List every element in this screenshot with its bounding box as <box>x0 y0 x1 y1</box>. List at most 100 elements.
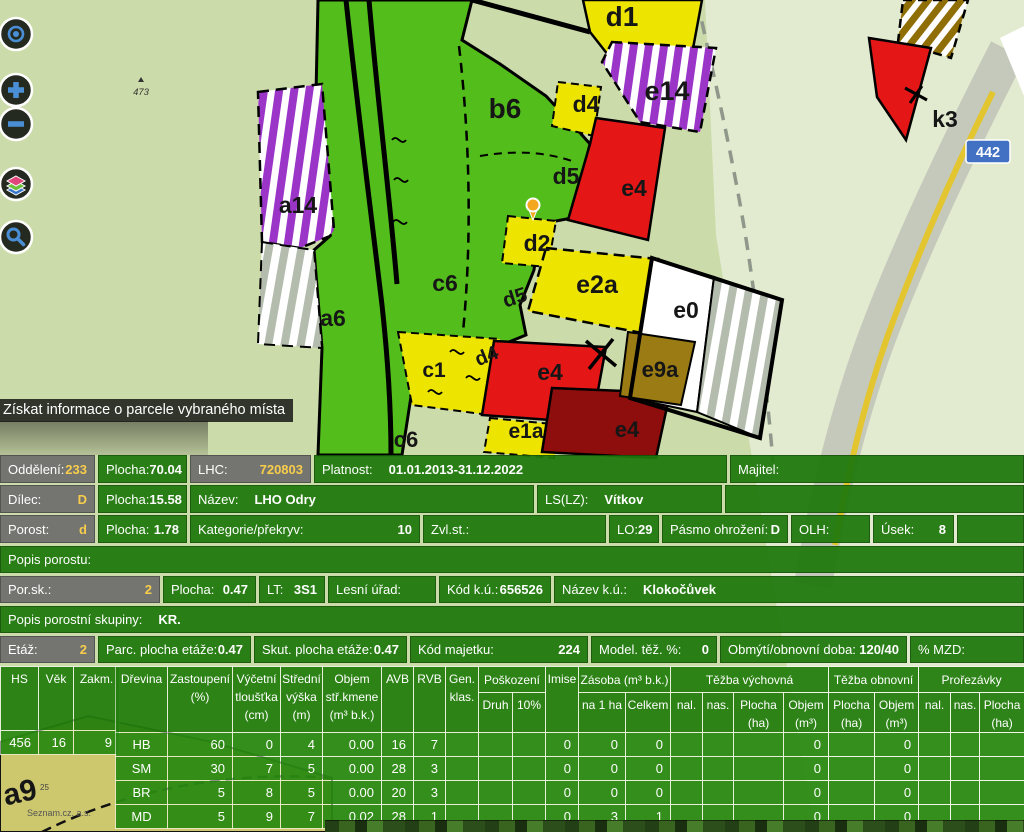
body-cell <box>980 733 1024 757</box>
field-parc-plocha-etaze: Parc. plocha etáže:0.47 <box>98 636 251 663</box>
panorama-strip[interactable] <box>325 820 1024 832</box>
header-cell: Zastoupení (%) <box>168 667 233 733</box>
body-cell: 5 <box>168 781 233 805</box>
scale-mark: 25 <box>40 783 49 792</box>
field-lo: LO:29 <box>609 515 659 543</box>
header-cell: Prořezávky <box>919 667 1024 693</box>
field-value: LHO Odry <box>254 492 315 507</box>
species-cell: BR <box>116 781 168 805</box>
body-cell <box>734 757 784 781</box>
body-cell: 7 <box>414 733 446 757</box>
species-cell: HB <box>116 733 168 757</box>
spot-height-label: 473 <box>133 87 150 98</box>
stand-a14 <box>258 84 334 248</box>
field-blank <box>957 515 1024 543</box>
header-cell: Gen. klas. <box>446 667 479 733</box>
field-label: Plocha: <box>106 462 149 477</box>
body-cell: 0 <box>579 733 626 757</box>
parcel-label-k3: k3 <box>932 106 958 132</box>
header-cell: Plocha (ha) <box>980 693 1024 733</box>
body-cell: 4 <box>281 733 323 757</box>
field-label: Etáž: <box>8 642 38 657</box>
field-lesni-urad: Lesní úřad: <box>328 576 436 603</box>
body-cell <box>513 757 546 781</box>
body-cell: 30 <box>168 757 233 781</box>
body-cell <box>446 781 479 805</box>
body-cell: 0 <box>875 781 919 805</box>
road-shield: 442 <box>966 140 1010 163</box>
body-cell: 20 <box>382 781 414 805</box>
field-value: 120/40 <box>859 642 899 657</box>
header-cell: RVB <box>414 667 446 733</box>
body-cell: 5 <box>281 781 323 805</box>
body-cell: 16 <box>39 731 74 755</box>
field-usek: Úsek:8 <box>873 515 954 543</box>
body-cell <box>671 757 703 781</box>
field-label: Obmýtí/obnovní doba: <box>728 642 856 657</box>
field-label: OLH: <box>799 522 829 537</box>
body-cell: 0 <box>546 733 579 757</box>
body-cell <box>829 757 875 781</box>
header-cell: Zásoba (m³ b.k.) <box>579 667 671 693</box>
zoom-in-button[interactable] <box>0 74 32 106</box>
body-cell: 0 <box>626 733 671 757</box>
field-label: Popis porostu: <box>8 552 91 567</box>
field-value: Vítkov <box>604 492 643 507</box>
body-cell: 0.00 <box>323 757 382 781</box>
panel-shade <box>0 421 208 455</box>
field-label: Kategorie/překryv: <box>198 522 304 537</box>
parcel-label-b6: b6 <box>489 93 522 124</box>
field-label: LO: <box>617 522 638 537</box>
body-cell <box>919 733 951 757</box>
parcel-label-e2a: e2a <box>576 271 619 299</box>
field-value: 224 <box>558 642 580 657</box>
info-row: Etáž:2Parc. plocha etáže:0.47Skut. ploch… <box>0 636 1024 663</box>
body-cell <box>829 733 875 757</box>
parcel-label-e4: e4 <box>621 175 647 201</box>
field-value: 720803 <box>260 462 303 477</box>
body-cell: 0 <box>579 757 626 781</box>
locate-button[interactable] <box>0 18 32 50</box>
parcel-label-d2: d2 <box>524 230 551 256</box>
field-value: 15.58 <box>149 492 182 507</box>
species-table: DřevinaZastoupení (%)Výčetní tloušťka (c… <box>115 666 1024 829</box>
map-attribution: Seznam.cz, a.s. <box>27 808 91 818</box>
header-cell: 10% <box>513 693 546 733</box>
field-model-tez: Model. těž. %:0 <box>591 636 717 663</box>
field-olh: OLH: <box>791 515 870 543</box>
info-row: Oddělení:233Plocha:70.04LHC:720803Platno… <box>0 455 1024 483</box>
field-plocha-oddeleni: Plocha:70.04 <box>98 455 187 483</box>
header-cell: HS <box>1 667 39 731</box>
body-cell <box>951 733 980 757</box>
stand-summary-table: HSVěkZakm. 456169 <box>0 666 120 755</box>
header-cell: nal. <box>671 693 703 733</box>
body-cell: 0 <box>784 733 829 757</box>
parcel-label-c6: c6 <box>394 427 418 452</box>
field-obmyti-obnovni-doba: Obmýtí/obnovní doba:120/40 <box>720 636 907 663</box>
field-label: Název: <box>198 492 238 507</box>
header-cell: Střední výška (m) <box>281 667 323 733</box>
zoom-out-button[interactable] <box>0 108 32 140</box>
body-cell: 0 <box>233 733 281 757</box>
field-value: 29 <box>638 522 652 537</box>
field-mzd: % MZD: <box>910 636 1024 663</box>
parcel-label-e9a: e9a <box>642 357 679 382</box>
field-value: D <box>78 492 87 507</box>
body-cell: 7 <box>233 757 281 781</box>
search-button[interactable] <box>0 221 32 253</box>
field-value: 0.47 <box>374 642 399 657</box>
field-label: Plocha: <box>106 522 149 537</box>
info-row: Dílec:DPlocha:15.58Název:LHO OdryLS(LZ):… <box>0 485 1024 513</box>
field-value: Klokočůvek <box>643 582 716 597</box>
body-cell: 0 <box>546 781 579 805</box>
header-cell: Celkem <box>626 693 671 733</box>
field-label: Lesní úřad: <box>336 582 401 597</box>
parcel-label-a9: a9 <box>0 773 40 812</box>
layers-button[interactable] <box>0 168 32 200</box>
field-etaz: Etáž:2 <box>0 636 95 663</box>
header-cell: Zakm. <box>74 667 120 731</box>
field-popis-porostni-skupiny: Popis porostní skupiny:KR. <box>0 606 1024 633</box>
parcel-label-c6: c6 <box>432 270 458 296</box>
parcel-label-e0: e0 <box>673 297 699 323</box>
header-cell: Objem stř.kmene (m³ b.k.) <box>323 667 382 733</box>
